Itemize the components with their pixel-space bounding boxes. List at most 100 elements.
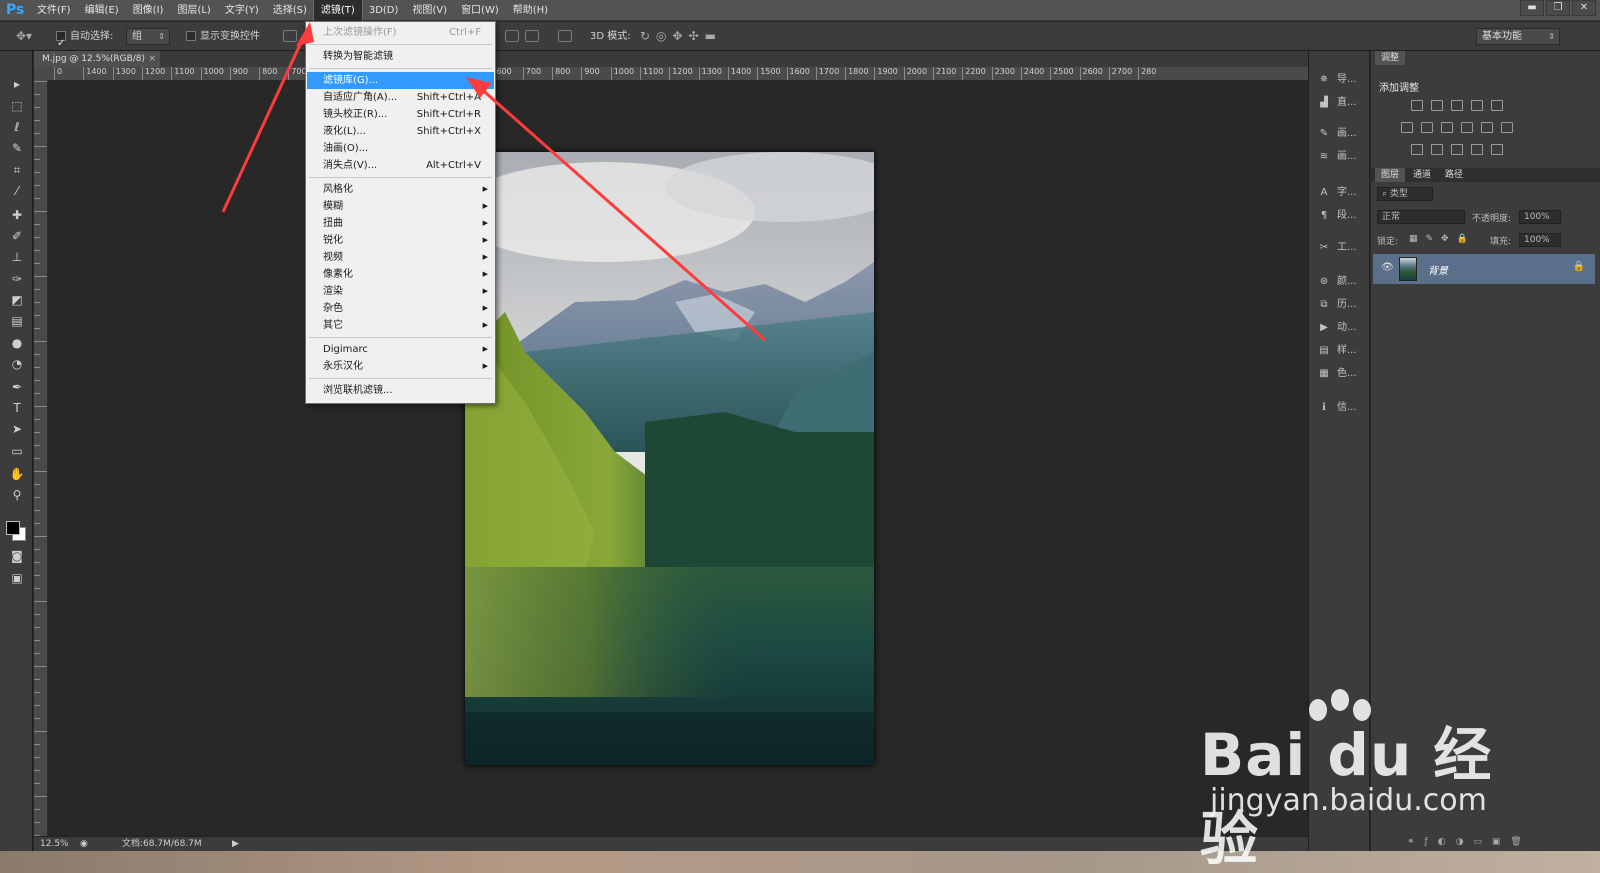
filter-menu-item[interactable]: 液化(L)... Shift+Ctrl+X xyxy=(307,123,494,140)
path-selection-tool-icon[interactable]: ➤ xyxy=(6,420,28,438)
show-transform-option[interactable]: 显示变换控件 xyxy=(186,22,260,51)
black-white-icon[interactable] xyxy=(1441,122,1453,133)
filter-menu-item[interactable]: 滤镜库(G)... xyxy=(307,72,494,89)
layer-row-background[interactable]: 👁 背景 🔒 xyxy=(1373,254,1595,284)
workspace-dropdown[interactable]: 基本功能 ⇕ xyxy=(1476,28,1560,45)
menu-edit[interactable]: 编辑(E) xyxy=(78,0,126,21)
channel-mixer-icon[interactable] xyxy=(1481,122,1493,133)
menu-filter[interactable]: 滤镜(T) xyxy=(312,0,363,22)
invert-icon[interactable] xyxy=(1411,144,1423,155)
panel-shortcut-actions[interactable]: ▶ 动... xyxy=(1317,320,1356,336)
auto-select-target-dropdown[interactable]: 组 ⇕ xyxy=(126,28,170,45)
auto-select-option[interactable]: 自动选择: xyxy=(56,22,113,58)
menu-window[interactable]: 窗口(W) xyxy=(454,0,506,21)
healing-brush-tool-icon[interactable]: ✚ xyxy=(6,206,28,224)
blur-tool-icon[interactable]: ● xyxy=(6,334,28,352)
visibility-eye-icon[interactable]: 👁 xyxy=(1381,262,1394,273)
fill-field[interactable]: 100% xyxy=(1519,233,1561,247)
quick-select-tool-icon[interactable]: ✎ xyxy=(6,139,28,157)
close-button[interactable]: ✕ xyxy=(1572,0,1596,16)
tab-adjustments[interactable]: 调整 xyxy=(1375,51,1406,65)
menu-3d[interactable]: 3D(D) xyxy=(362,0,406,21)
filter-menu-item[interactable]: 渲染 ▶ xyxy=(307,283,494,300)
menu-layer[interactable]: 图层(L) xyxy=(170,0,217,21)
brightness-contrast-icon[interactable] xyxy=(1411,100,1423,111)
lasso-tool-icon[interactable]: ℓ xyxy=(6,118,28,136)
posterize-icon[interactable] xyxy=(1431,144,1443,155)
curves-icon[interactable] xyxy=(1451,100,1463,111)
canvas-area[interactable] xyxy=(48,81,1308,836)
distribute-icon[interactable] xyxy=(505,30,519,42)
color-lookup-icon[interactable] xyxy=(1501,122,1513,133)
show-transform-checkbox[interactable] xyxy=(186,31,196,41)
eraser-tool-icon[interactable]: ◩ xyxy=(6,291,28,309)
menu-help[interactable]: 帮助(H) xyxy=(506,0,555,21)
panel-shortcut-history[interactable]: ⧉ 历... xyxy=(1317,297,1356,313)
hue-saturation-icon[interactable] xyxy=(1401,122,1413,133)
crop-tool-icon[interactable]: ⌗ xyxy=(6,161,28,179)
opacity-field[interactable]: 100% xyxy=(1519,210,1561,224)
photo-filter-icon[interactable] xyxy=(1461,122,1473,133)
gradient-map-icon[interactable] xyxy=(1491,144,1503,155)
filter-menu-item[interactable]: 锐化 ▶ xyxy=(307,232,494,249)
menu-view[interactable]: 视图(V) xyxy=(405,0,454,21)
type-tool-icon[interactable]: T xyxy=(6,399,28,417)
status-info-icon[interactable]: ◉ xyxy=(80,837,88,851)
auto-align-icon[interactable] xyxy=(558,30,572,42)
minimize-button[interactable]: ▬ xyxy=(1520,0,1544,16)
panel-shortcut-brush[interactable]: ≋ 画... xyxy=(1317,149,1357,165)
status-menu-arrow-icon[interactable]: ▶ xyxy=(232,837,239,851)
restore-button[interactable]: ❐ xyxy=(1546,0,1570,16)
tab-layers[interactable]: 图层 xyxy=(1375,168,1406,182)
clone-stamp-tool-icon[interactable]: ⊥ xyxy=(6,248,28,266)
menu-file[interactable]: 文件(F) xyxy=(30,0,78,21)
move-tool-preset-icon[interactable]: ✥▾ xyxy=(16,22,32,51)
history-brush-tool-icon[interactable]: ✑ xyxy=(6,270,28,288)
foreground-color-swatch[interactable] xyxy=(6,521,20,535)
filter-menu-item[interactable]: 风格化 ▶ xyxy=(307,181,494,198)
auto-select-checkbox[interactable] xyxy=(56,29,66,58)
panel-shortcut-color[interactable]: ⊛ 颜... xyxy=(1317,274,1357,290)
marquee-tool-icon[interactable]: ⬚ xyxy=(6,97,28,115)
layer-kind-filter[interactable]: ⌕ 类型 xyxy=(1377,187,1433,201)
menu-select[interactable]: 选择(S) xyxy=(266,0,314,21)
panel-shortcut-brush-preset[interactable]: ✎ 画... xyxy=(1317,126,1357,142)
blend-mode-dropdown[interactable]: 正常 xyxy=(1377,210,1465,224)
document-tab[interactable]: M.jpg @ 12.5%(RGB/8) × xyxy=(34,51,160,67)
filter-menu-item[interactable]: Digimarc ▶ xyxy=(307,341,494,358)
filter-menu-item[interactable]: 转换为智能滤镜 xyxy=(307,48,494,65)
tab-channels[interactable]: 通道 xyxy=(1407,168,1437,182)
zoom-level[interactable]: 12.5% xyxy=(40,837,69,851)
shape-tool-icon[interactable]: ▭ xyxy=(6,442,28,460)
filter-menu-item[interactable]: 其它 ▶ xyxy=(307,317,494,334)
filter-menu-item[interactable]: 油画(O)... xyxy=(307,140,494,157)
filter-menu-item[interactable]: 永乐汉化 ▶ xyxy=(307,358,494,375)
tab-paths[interactable]: 路径 xyxy=(1439,168,1469,182)
hand-tool-icon[interactable]: ✋ xyxy=(6,465,28,483)
filter-menu-item[interactable]: 浏览联机滤镜... xyxy=(307,382,494,399)
3d-mode-icons[interactable]: ↻◎✥✣▬ xyxy=(640,22,722,51)
filter-menu-item[interactable]: 扭曲 ▶ xyxy=(307,215,494,232)
screen-mode-icon[interactable]: ▣ xyxy=(6,569,28,587)
threshold-icon[interactable] xyxy=(1451,144,1463,155)
eyedropper-tool-icon[interactable]: ⁄ xyxy=(6,182,28,200)
lock-options-icons[interactable]: ▦✎✥🔒 xyxy=(1409,234,1476,244)
filter-menu-item[interactable]: 模糊 ▶ xyxy=(307,198,494,215)
pen-tool-icon[interactable]: ✒ xyxy=(6,378,28,396)
panel-shortcut-histogram[interactable]: ▟ 直... xyxy=(1317,95,1356,111)
quick-mask-icon[interactable]: ◙ xyxy=(6,547,28,565)
brush-tool-icon[interactable]: ✐ xyxy=(6,227,28,245)
menu-image[interactable]: 图像(I) xyxy=(126,0,171,21)
panel-shortcut-character[interactable]: A 字... xyxy=(1317,185,1357,201)
filter-menu-item[interactable]: 视频 ▶ xyxy=(307,249,494,266)
filter-menu-item[interactable]: 镜头校正(R)... Shift+Ctrl+R xyxy=(307,106,494,123)
levels-icon[interactable] xyxy=(1431,100,1443,111)
panel-shortcut-styles[interactable]: ▤ 样... xyxy=(1317,343,1356,359)
gradient-tool-icon[interactable]: ▤ xyxy=(6,312,28,330)
vibrance-icon[interactable] xyxy=(1491,100,1503,111)
dodge-tool-icon[interactable]: ◔ xyxy=(6,355,28,373)
close-icon[interactable]: × xyxy=(148,51,156,67)
filter-menu-item[interactable]: 自适应广角(A)... Shift+Ctrl+A xyxy=(307,89,494,106)
panel-shortcut-info[interactable]: ℹ 信... xyxy=(1317,400,1356,416)
filter-menu-item[interactable]: 像素化 ▶ xyxy=(307,266,494,283)
